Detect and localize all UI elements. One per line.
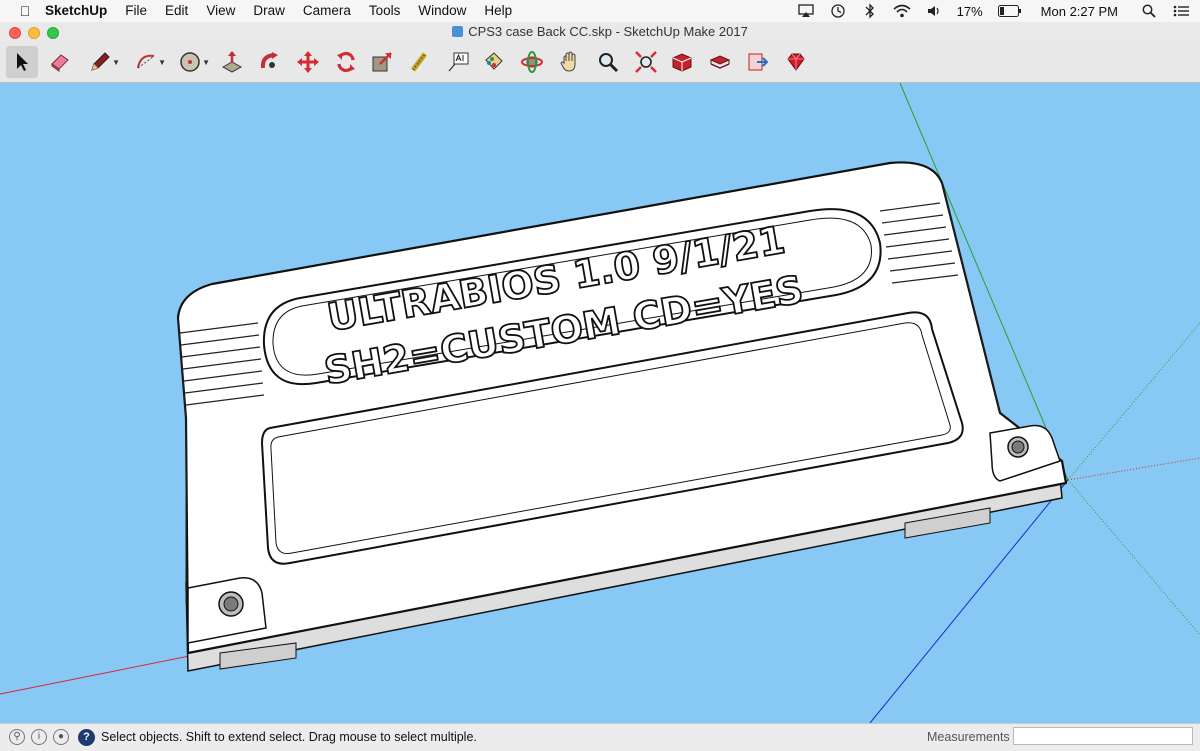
orbit-icon bbox=[521, 51, 543, 73]
move-arrows-icon bbox=[297, 51, 319, 73]
line-tool-button[interactable]: ▼ bbox=[84, 46, 120, 78]
circle-shape-icon bbox=[180, 52, 200, 72]
scale-icon bbox=[372, 52, 392, 72]
layout-icon bbox=[748, 53, 769, 71]
paint-bucket-icon bbox=[485, 52, 503, 70]
menu-draw[interactable]: Draw bbox=[244, 0, 294, 22]
arc-tool-button[interactable]: ▼ bbox=[130, 46, 166, 78]
arc-icon bbox=[137, 54, 155, 69]
geolocation-icon[interactable]: ⚲ bbox=[9, 729, 25, 745]
time-machine-icon[interactable] bbox=[829, 2, 847, 20]
follow-me-icon bbox=[260, 52, 278, 69]
measurements-label: Measurements bbox=[927, 730, 1010, 744]
tape-measure-icon bbox=[411, 52, 427, 72]
bluetooth-icon[interactable] bbox=[861, 2, 879, 20]
menu-tools[interactable]: Tools bbox=[360, 0, 410, 22]
wifi-icon[interactable] bbox=[893, 2, 911, 20]
tape-measure-tool-button[interactable] bbox=[404, 46, 436, 78]
notification-center-icon[interactable] bbox=[1172, 2, 1190, 20]
model-canvas[interactable]: ULTRABIOS 1.0 9/1/21 SH2=CUSTOM CD=YES bbox=[0, 83, 1200, 723]
select-tool-button[interactable] bbox=[6, 46, 38, 78]
menu-view[interactable]: View bbox=[197, 0, 244, 22]
status-bar: ⚲ i ● ? Select objects. Shift to extend … bbox=[0, 723, 1200, 751]
window-title-text: CPS3 case Back CC.skp - SketchUp Make 20… bbox=[468, 24, 748, 39]
zoom-extents-tool-button[interactable] bbox=[630, 46, 662, 78]
model-viewport[interactable]: ULTRABIOS 1.0 9/1/21 SH2=CUSTOM CD=YES bbox=[0, 83, 1200, 723]
menu-edit[interactable]: Edit bbox=[156, 0, 197, 22]
menu-app-name[interactable]: SketchUp bbox=[36, 0, 116, 22]
ruby-gem-icon bbox=[787, 53, 805, 71]
arrow-cursor-icon bbox=[17, 53, 28, 71]
menu-help[interactable]: Help bbox=[475, 0, 521, 22]
rotate-arrows-icon bbox=[337, 51, 355, 73]
chevron-down-icon: ▼ bbox=[158, 58, 166, 67]
3d-warehouse-button[interactable] bbox=[666, 46, 698, 78]
text-label-icon bbox=[448, 52, 469, 72]
eraser-icon bbox=[51, 54, 69, 72]
red-axis-dashed bbox=[1067, 457, 1200, 481]
user-account-icon[interactable]: ● bbox=[53, 729, 69, 745]
menu-window[interactable]: Window bbox=[409, 0, 475, 22]
credits-icon[interactable]: i bbox=[31, 729, 47, 745]
warehouse-icon bbox=[672, 53, 692, 72]
scale-tool-button[interactable] bbox=[366, 46, 398, 78]
window-title: CPS3 case Back CC.skp - SketchUp Make 20… bbox=[0, 22, 1200, 42]
move-tool-button[interactable] bbox=[292, 46, 324, 78]
eraser-tool-button[interactable] bbox=[44, 46, 76, 78]
shapes-tool-button[interactable]: ▼ bbox=[174, 46, 210, 78]
pan-tool-button[interactable] bbox=[554, 46, 586, 78]
green-axis-dashed-lower bbox=[1067, 479, 1200, 636]
text-tool-button[interactable] bbox=[442, 46, 474, 78]
menu-file[interactable]: File bbox=[116, 0, 156, 22]
extension-warehouse-icon bbox=[709, 55, 731, 69]
volume-icon[interactable] bbox=[925, 2, 943, 20]
airplay-icon[interactable] bbox=[797, 2, 815, 20]
help-icon[interactable]: ? bbox=[78, 729, 95, 746]
hand-icon bbox=[560, 51, 576, 72]
zoom-tool-button[interactable] bbox=[592, 46, 624, 78]
chevron-down-icon: ▼ bbox=[202, 58, 210, 67]
status-menu-area: 17% Mon 2:27 PM bbox=[797, 0, 1190, 22]
status-message: Select objects. Shift to extend select. … bbox=[101, 730, 477, 744]
apple-icon[interactable]:  bbox=[14, 3, 36, 19]
follow-me-tool-button[interactable] bbox=[254, 46, 286, 78]
clock[interactable]: Mon 2:27 PM bbox=[1041, 4, 1118, 19]
spotlight-search-icon[interactable] bbox=[1140, 2, 1158, 20]
menu-camera[interactable]: Camera bbox=[294, 0, 360, 22]
push-pull-icon bbox=[221, 51, 243, 73]
document-icon bbox=[452, 26, 464, 37]
send-to-layout-button[interactable] bbox=[742, 46, 774, 78]
battery-percent[interactable]: 17% bbox=[957, 4, 983, 19]
battery-icon[interactable] bbox=[997, 2, 1023, 20]
zoom-extents-icon bbox=[635, 51, 657, 73]
extension-warehouse-button[interactable] bbox=[704, 46, 736, 78]
chevron-down-icon: ▼ bbox=[112, 58, 120, 67]
pencil-icon bbox=[91, 52, 110, 71]
orbit-tool-button[interactable] bbox=[516, 46, 548, 78]
push-pull-tool-button[interactable] bbox=[216, 46, 248, 78]
paint-bucket-tool-button[interactable] bbox=[478, 46, 510, 78]
menu-bar:  SketchUp File Edit View Draw Camera To… bbox=[0, 0, 1200, 23]
ruby-console-button[interactable] bbox=[780, 46, 812, 78]
magnifier-icon bbox=[599, 53, 619, 73]
green-axis-dashed bbox=[1067, 322, 1200, 481]
measurements-input[interactable] bbox=[1013, 727, 1193, 745]
toolbar: ▼ ▼ ▼ bbox=[0, 42, 1200, 83]
rotate-tool-button[interactable] bbox=[330, 46, 362, 78]
